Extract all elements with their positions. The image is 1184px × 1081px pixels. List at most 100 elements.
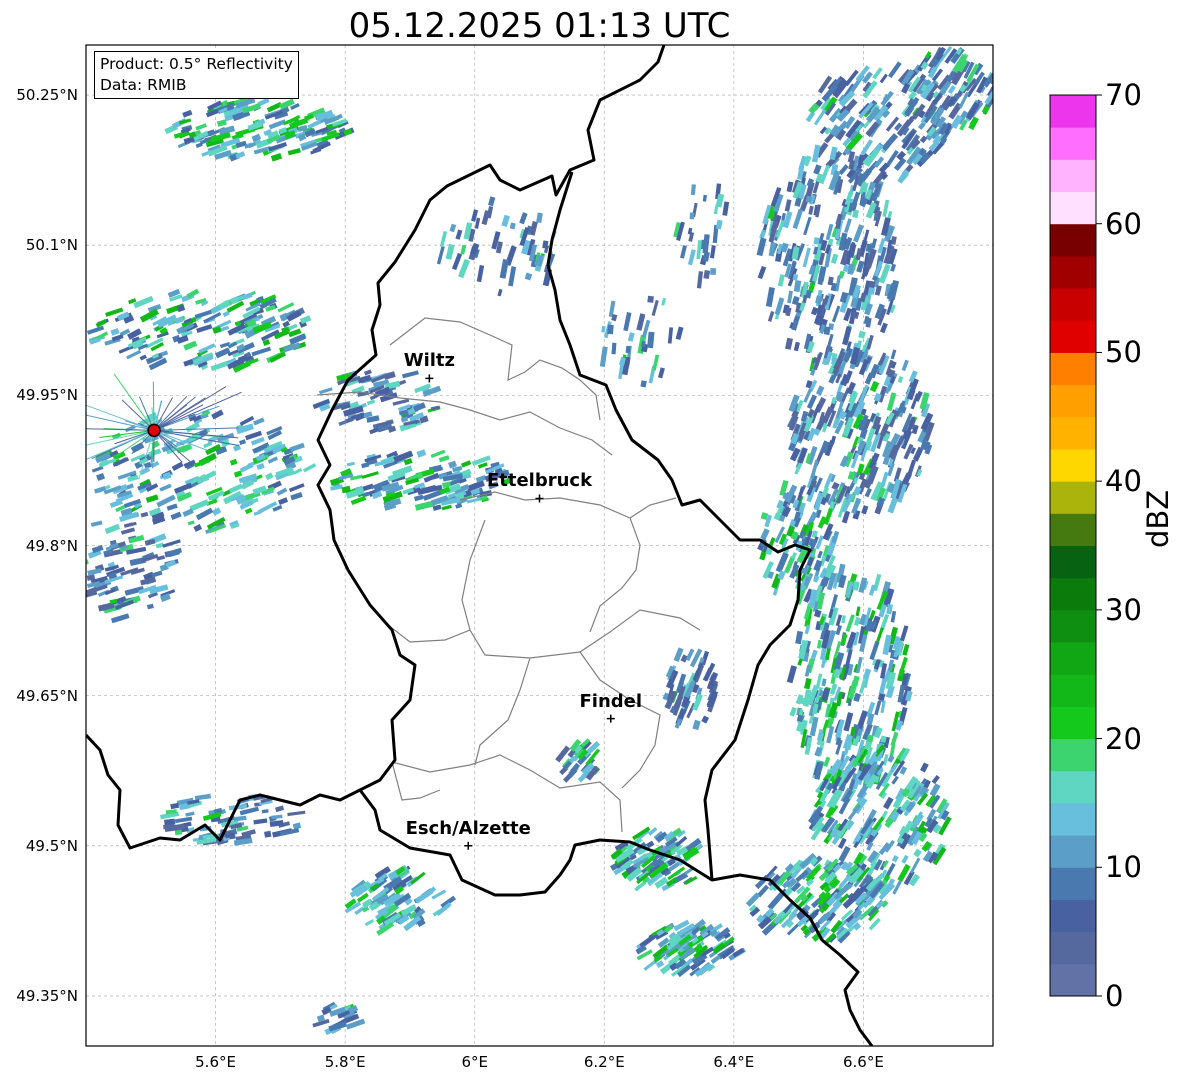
echo-cell bbox=[476, 264, 485, 283]
echo-cell bbox=[872, 67, 883, 80]
canton-boundary bbox=[459, 491, 677, 519]
colorbar-segment bbox=[1050, 481, 1096, 514]
echo-cell bbox=[647, 331, 655, 349]
echo-cell bbox=[844, 218, 852, 234]
colorbar-segment bbox=[1050, 384, 1096, 418]
colorbar-segment bbox=[1050, 416, 1096, 450]
echo-cell bbox=[455, 229, 463, 240]
echo-cell bbox=[288, 483, 305, 493]
reflectivity-echoes bbox=[86, 45, 993, 1036]
echo-cell bbox=[438, 455, 450, 463]
echo-cell bbox=[812, 180, 820, 194]
echo-cell bbox=[195, 123, 207, 131]
echo-cell bbox=[883, 796, 894, 810]
echo-cell bbox=[702, 194, 707, 202]
lat-tick-label: 50.25°N bbox=[16, 86, 78, 105]
echo-cell bbox=[817, 550, 823, 559]
echo-cell bbox=[657, 367, 665, 379]
echo-cell bbox=[171, 461, 184, 472]
echo-cell bbox=[864, 487, 872, 498]
colorbar-segment bbox=[1050, 320, 1096, 353]
clutter-spoke bbox=[154, 427, 240, 431]
colorbar-segment bbox=[1050, 867, 1096, 900]
echo-cell bbox=[786, 181, 794, 193]
colorbar-tick-label: 30 bbox=[1105, 592, 1142, 627]
echo-cell bbox=[838, 845, 851, 863]
echo-cell bbox=[841, 510, 851, 524]
echo-cell bbox=[830, 253, 839, 264]
echo-cell bbox=[813, 575, 820, 583]
echo-cell bbox=[820, 659, 826, 668]
echo-cell bbox=[878, 677, 888, 695]
lon-tick-label: 6°E bbox=[461, 1053, 488, 1071]
colorbar-tick-label: 40 bbox=[1105, 464, 1142, 499]
echo-cell bbox=[445, 243, 455, 260]
colorbar-segment bbox=[1050, 127, 1096, 160]
echo-cell bbox=[899, 625, 909, 642]
city-marker bbox=[606, 714, 615, 723]
city-markers bbox=[425, 374, 615, 850]
colorbar-segment bbox=[1050, 706, 1096, 740]
lon-tick-label: 6.6°E bbox=[843, 1053, 884, 1071]
echo-cell bbox=[104, 523, 121, 535]
echo-cell bbox=[745, 892, 761, 907]
radar-map bbox=[85, 44, 1102, 1047]
echo-cell bbox=[929, 783, 941, 797]
echo-cell bbox=[611, 342, 617, 355]
colorbar-segment bbox=[1050, 513, 1096, 546]
echo-cell bbox=[804, 677, 812, 690]
echo-cell bbox=[647, 295, 654, 303]
echo-cell bbox=[460, 244, 467, 255]
echo-cell bbox=[830, 435, 837, 445]
echo-cell bbox=[87, 568, 102, 576]
echo-cell bbox=[264, 830, 272, 838]
echo-cell bbox=[805, 111, 816, 123]
lat-tick-label: 49.95°N bbox=[16, 386, 78, 405]
echo-cell bbox=[287, 810, 306, 817]
echo-cell bbox=[289, 442, 305, 452]
echo-cell bbox=[187, 520, 195, 526]
city-label: Wiltz bbox=[403, 350, 455, 372]
echo-cell bbox=[601, 325, 606, 333]
echo-cell bbox=[687, 249, 696, 266]
echo-cell bbox=[319, 387, 333, 395]
echo-cell bbox=[302, 463, 317, 473]
echo-cell bbox=[784, 199, 792, 212]
echo-cell bbox=[363, 369, 372, 376]
echo-cell bbox=[128, 534, 145, 544]
echo-cell bbox=[242, 292, 253, 300]
echo-cell bbox=[692, 693, 704, 711]
echo-cell bbox=[460, 460, 472, 468]
echo-cell bbox=[253, 417, 265, 426]
echo-cell bbox=[675, 326, 684, 341]
echo-cell bbox=[826, 333, 834, 348]
echo-cell bbox=[497, 288, 503, 297]
echo-cell bbox=[211, 507, 222, 516]
city-marker bbox=[535, 494, 544, 503]
echo-cell bbox=[195, 507, 214, 521]
echo-cell bbox=[869, 380, 880, 393]
echo-cell bbox=[275, 805, 285, 813]
echo-cell bbox=[607, 324, 614, 335]
echo-cell bbox=[777, 274, 785, 287]
colorbar-segment bbox=[1050, 770, 1096, 804]
echo-cell bbox=[270, 153, 283, 162]
echo-cell bbox=[282, 320, 290, 328]
echo-cell bbox=[457, 258, 470, 279]
echo-cell bbox=[392, 398, 410, 406]
echo-cell bbox=[366, 399, 376, 406]
echo-cell bbox=[709, 245, 716, 259]
echo-cell bbox=[364, 919, 375, 927]
echo-cell bbox=[793, 279, 802, 293]
city-label: Esch/Alzette bbox=[405, 817, 531, 839]
echo-cell bbox=[831, 305, 841, 323]
echo-cell bbox=[133, 295, 154, 309]
echo-cell bbox=[863, 668, 872, 680]
echo-cell bbox=[193, 523, 203, 532]
echo-cell bbox=[414, 888, 434, 904]
colorbar-segment bbox=[1050, 835, 1096, 868]
radar-site-marker bbox=[147, 423, 161, 438]
echo-cell bbox=[350, 495, 367, 506]
echo-cell bbox=[855, 606, 861, 617]
echo-cell bbox=[703, 269, 711, 280]
